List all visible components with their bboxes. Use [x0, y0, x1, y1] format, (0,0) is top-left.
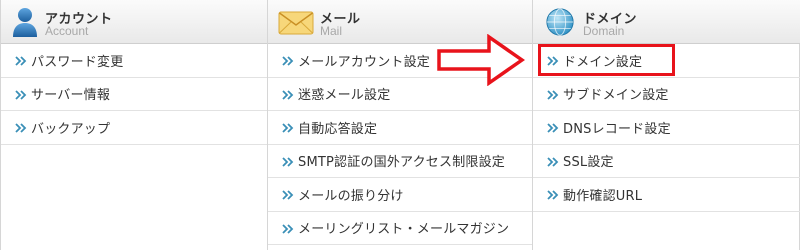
- menu-item-label: パスワード変更: [31, 54, 124, 70]
- domain-column: ドメイン Domain ドメイン設定 サブドメイン設定 DNSレコード設定 SS…: [532, 0, 800, 250]
- link-arrow-icon: [547, 122, 559, 133]
- domain-header: ドメイン Domain: [533, 0, 800, 44]
- menu-item-server-info[interactable]: サーバー情報: [1, 78, 267, 111]
- link-arrow-icon: [15, 55, 27, 66]
- menu-item-test-url[interactable]: 動作確認URL: [533, 178, 800, 212]
- control-panel-menu: アカウント Account パスワード変更 サーバー情報 バックアップ メール …: [0, 0, 800, 250]
- mail-header: メール Mail: [268, 0, 532, 44]
- menu-item-password-change[interactable]: パスワード変更: [1, 44, 267, 78]
- menu-item-label: SMTP認証の国外アクセス制限設定: [298, 155, 505, 171]
- menu-item-label: ドメイン設定: [563, 54, 643, 70]
- menu-item-label: メールの振り分け: [298, 188, 404, 204]
- menu-item-label: 迷惑メール設定: [298, 88, 391, 104]
- menu-item-mail-account-settings[interactable]: メールアカウント設定: [268, 44, 532, 78]
- link-arrow-icon: [547, 55, 559, 66]
- menu-item-label: メールアカウント設定: [298, 54, 431, 70]
- menu-item-label: バックアップ: [31, 121, 111, 137]
- domain-subtitle: Domain: [583, 24, 625, 38]
- menu-item-spam-settings[interactable]: 迷惑メール設定: [268, 78, 532, 111]
- link-arrow-icon: [282, 55, 294, 66]
- link-arrow-icon: [282, 156, 294, 167]
- menu-item-label: SSL設定: [563, 155, 614, 171]
- menu-item-domain-settings[interactable]: ドメイン設定: [533, 44, 800, 78]
- link-arrow-icon: [15, 89, 27, 100]
- menu-item-subdomain-settings[interactable]: サブドメイン設定: [533, 78, 800, 111]
- link-arrow-icon: [547, 156, 559, 167]
- globe-icon: [546, 8, 574, 36]
- menu-item-label: メーリングリスト・メールマガジン: [298, 222, 510, 238]
- user-icon: [13, 8, 37, 37]
- menu-item-label: サブドメイン設定: [563, 88, 669, 104]
- account-header: アカウント Account: [1, 0, 267, 44]
- menu-item-ssl-settings[interactable]: SSL設定: [533, 145, 800, 178]
- menu-item-label: 動作確認URL: [563, 188, 643, 204]
- envelope-icon: [278, 11, 314, 35]
- link-arrow-icon: [547, 189, 559, 200]
- link-arrow-icon: [15, 122, 27, 133]
- menu-item-smtp-restriction-settings[interactable]: SMTP認証の国外アクセス制限設定: [268, 145, 532, 178]
- menu-item-label: サーバー情報: [31, 88, 111, 104]
- link-arrow-icon: [282, 189, 294, 200]
- link-arrow-icon: [282, 122, 294, 133]
- menu-item-backup[interactable]: バックアップ: [1, 111, 267, 145]
- mail-subtitle: Mail: [320, 24, 343, 38]
- link-arrow-icon: [282, 223, 294, 234]
- menu-item-dns-record-settings[interactable]: DNSレコード設定: [533, 111, 800, 145]
- account-column: アカウント Account パスワード変更 サーバー情報 バックアップ: [1, 0, 267, 250]
- link-arrow-icon: [282, 89, 294, 100]
- menu-item-mailing-list[interactable]: メーリングリスト・メールマガジン: [268, 212, 532, 245]
- mail-column: メール Mail メールアカウント設定 迷惑メール設定 自動応答設定 SMTP認…: [267, 0, 532, 250]
- link-arrow-icon: [547, 89, 559, 100]
- menu-item-label: 自動応答設定: [298, 121, 378, 137]
- account-subtitle: Account: [45, 24, 89, 38]
- menu-item-label: DNSレコード設定: [563, 121, 671, 137]
- menu-item-mail-sorting[interactable]: メールの振り分け: [268, 178, 532, 212]
- menu-item-auto-reply-settings[interactable]: 自動応答設定: [268, 111, 532, 145]
